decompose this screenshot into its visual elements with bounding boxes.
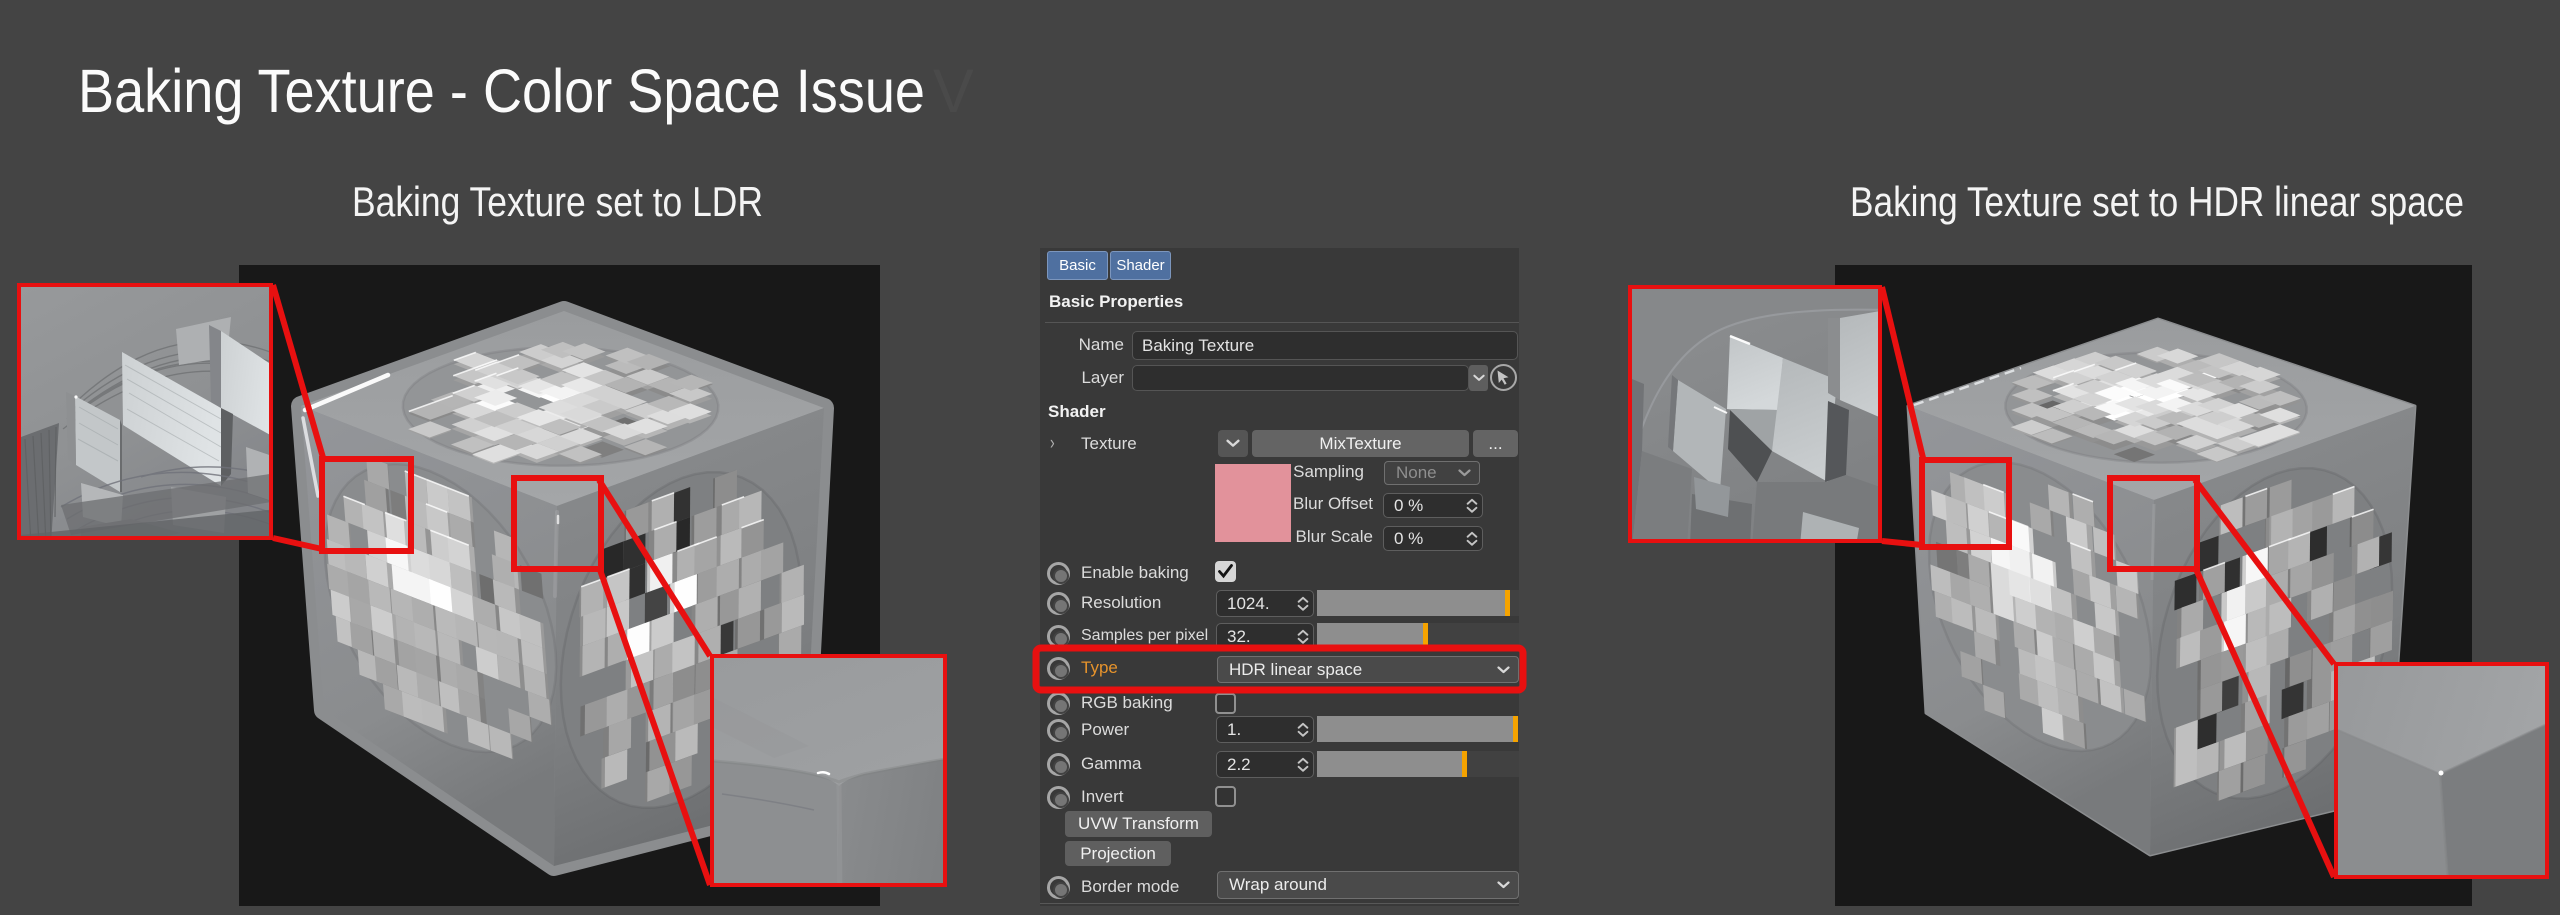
svg-text:Baking Texture - Color Space I: Baking Texture - Color Space Issue xyxy=(78,57,925,125)
svg-text:Baking Texture set to HDR line: Baking Texture set to HDR linear space xyxy=(1850,178,2464,225)
svg-text:Baking Texture set to LDR: Baking Texture set to LDR xyxy=(352,178,763,225)
svg-text:V: V xyxy=(933,57,974,125)
